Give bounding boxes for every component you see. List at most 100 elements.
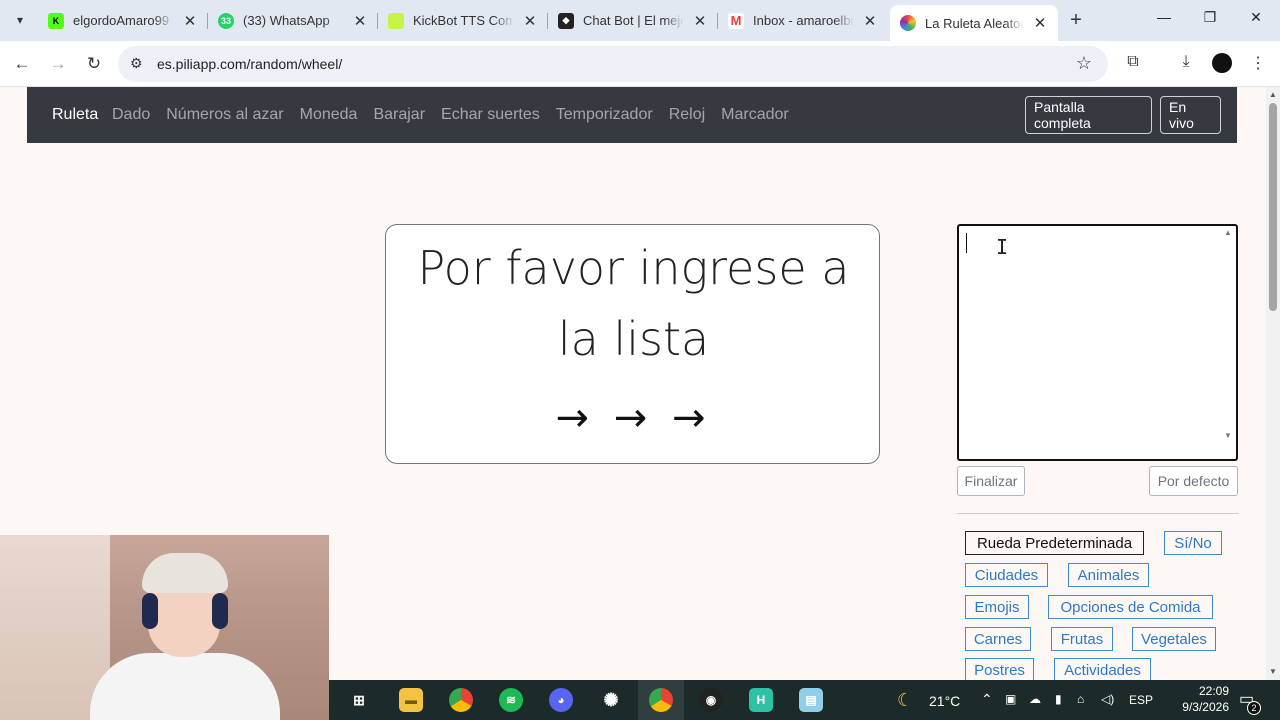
chrome-active-icon[interactable] [649,688,673,712]
nav-menu: Dado Números al azar Moneda Barajar Echa… [112,106,789,124]
menu-dots-icon[interactable]: ⋮ [1247,53,1269,73]
arrows-icon: → → → [555,395,712,441]
notification-badge: 2 [1247,701,1261,715]
profile-avatar[interactable] [1212,53,1232,73]
close-tab-icon[interactable]: ✕ [862,12,878,30]
preset-vegetales[interactable]: Vegetales [1132,627,1216,651]
language-indicator[interactable]: ESP [1129,693,1153,707]
preset-emojis[interactable]: Emojis [965,595,1029,619]
tray-device-icon[interactable]: ▣ [1005,692,1016,706]
notes-app-icon[interactable]: ▤ [799,688,823,712]
nav-item-marcador[interactable]: Marcador [721,106,789,124]
scroll-thumb[interactable] [1269,103,1277,311]
network-icon[interactable]: ⌂ [1077,692,1084,706]
preset-si-no[interactable]: Sí/No [1164,531,1222,555]
finish-button[interactable]: Finalizar [957,466,1025,496]
new-tab-plus-icon[interactable]: + [1066,10,1086,30]
page-scrollbar[interactable]: ▲ ▼ [1266,87,1280,680]
preset-actividades[interactable]: Actividades [1054,658,1151,680]
site-info-icon[interactable]: ⚙ [130,55,143,72]
discord-icon[interactable]: ◕ [549,688,573,712]
tab-title: La Ruleta Aleatoria [925,15,1024,31]
scroll-up-icon[interactable]: ▲ [1269,90,1277,99]
tab-title: elgordoAmaro99 S [73,13,174,28]
preset-ciudades[interactable]: Ciudades [965,563,1048,587]
scroll-down-icon[interactable]: ▼ [1269,667,1277,676]
nav-item-reloj[interactable]: Reloj [669,106,705,124]
wheel-message: Por favor ingrese a la lista [417,241,850,366]
extensions-icon[interactable]: ⧉ [1122,53,1144,71]
close-tab-icon[interactable]: ✕ [182,12,198,30]
nav-brand[interactable]: Ruleta [52,106,98,124]
headphones-icon [212,593,228,629]
spotify-icon[interactable]: ≋ [499,688,523,712]
tray-chevron-icon[interactable]: ⌃ [981,691,993,708]
ibeam-cursor-icon: I [996,235,1009,259]
webcam-person-hair [142,553,228,593]
forward-arrow-icon[interactable]: → [46,52,70,76]
chrome-icon[interactable] [449,688,473,712]
weather-temp[interactable]: 21°C [929,693,960,709]
live-button[interactable]: En vivo [1160,96,1221,134]
textarea-scroll-down-icon[interactable]: ▼ [1224,431,1232,440]
preset-rueda-predeterminada[interactable]: Rueda Predeterminada [965,531,1144,555]
bookmark-star-icon[interactable]: ☆ [1076,53,1092,74]
nav-item-barajar[interactable]: Barajar [373,106,425,124]
preset-carnes[interactable]: Carnes [965,627,1031,651]
fullscreen-button[interactable]: Pantalla completa [1025,96,1152,134]
reload-icon[interactable]: ↻ [82,52,106,76]
preset-frutas[interactable]: Frutas [1051,627,1113,651]
volume-icon[interactable]: ◁) [1101,692,1114,706]
textarea-scroll-up-icon[interactable]: ▲ [1224,228,1232,237]
close-tab-icon[interactable]: ✕ [522,12,538,30]
tab-title: Inbox - amaroelbi [753,13,854,28]
close-tab-icon[interactable]: ✕ [352,12,368,30]
preset-animales[interactable]: Animales [1068,563,1149,587]
obs-icon[interactable]: ◉ [699,688,723,712]
tab-kickbot[interactable]: KickBot TTS Comm ✕ [378,5,548,36]
webcam-overlay [0,535,329,720]
whatsapp-icon: 33 [218,12,234,29]
download-icon[interactable]: ⤓ [1175,53,1197,71]
usb-icon[interactable]: ▮ [1055,692,1062,706]
file-explorer-icon[interactable]: ▬ [399,688,423,712]
tab-search-chevron-icon[interactable]: ▾ [8,8,32,32]
address-bar[interactable]: ⚙ es.piliapp.com/random/wheel/ ☆ [118,46,1108,82]
nav-item-moneda[interactable]: Moneda [300,106,358,124]
tab-ruleta-active[interactable]: La Ruleta Aleatoria ✕ [890,5,1058,41]
tab-chatbot[interactable]: ◆ Chat Bot | El mejor ✕ [548,5,718,36]
minimize-icon[interactable]: — [1154,9,1174,25]
chatgpt-icon[interactable]: ✺ [599,688,623,712]
close-tab-icon[interactable]: ✕ [692,12,708,30]
browser-toolbar: ← → ↻ ⚙ es.piliapp.com/random/wheel/ ☆ ⧉… [0,41,1280,87]
close-window-icon[interactable]: ✕ [1246,9,1266,26]
nav-item-temporizador[interactable]: Temporizador [556,106,653,124]
h-app-icon[interactable]: H [749,688,773,712]
clock-time[interactable]: 22:09 [1177,684,1229,698]
weather-moon-icon[interactable]: ☾ [897,690,913,711]
tab-title: Chat Bot | El mejor [583,13,684,28]
chatbot-icon: ◆ [558,12,574,29]
divider [957,513,1238,514]
nav-item-numeros[interactable]: Números al azar [166,106,283,124]
gmail-icon: M [728,12,744,29]
wheel-panel: Por favor ingrese a la lista → → → [385,224,880,464]
back-arrow-icon[interactable]: ← [10,52,34,76]
clock-date[interactable]: 9/3/2026 [1171,700,1229,714]
tab-kick[interactable]: K elgordoAmaro99 S ✕ [38,5,208,36]
nav-item-dado[interactable]: Dado [112,106,150,124]
preset-opciones-de-comida[interactable]: Opciones de Comida [1048,595,1213,619]
tab-whatsapp[interactable]: 33 (33) WhatsApp ✕ [208,5,378,36]
restore-icon[interactable]: ❐ [1200,9,1220,26]
tab-title: (33) WhatsApp [243,13,330,28]
preset-postres[interactable]: Postres [965,658,1034,680]
tab-gmail[interactable]: M Inbox - amaroelbi ✕ [718,5,888,36]
nav-item-echar-suertes[interactable]: Echar suertes [441,106,540,124]
default-button[interactable]: Por defecto [1149,466,1238,496]
list-input[interactable] [957,224,1238,461]
task-view-icon[interactable]: ⊞ [347,688,371,712]
kickbot-icon [388,12,404,29]
url-text[interactable]: es.piliapp.com/random/wheel/ [157,56,342,72]
close-tab-icon[interactable]: ✕ [1032,14,1048,32]
onedrive-icon[interactable]: ☁ [1029,692,1041,706]
